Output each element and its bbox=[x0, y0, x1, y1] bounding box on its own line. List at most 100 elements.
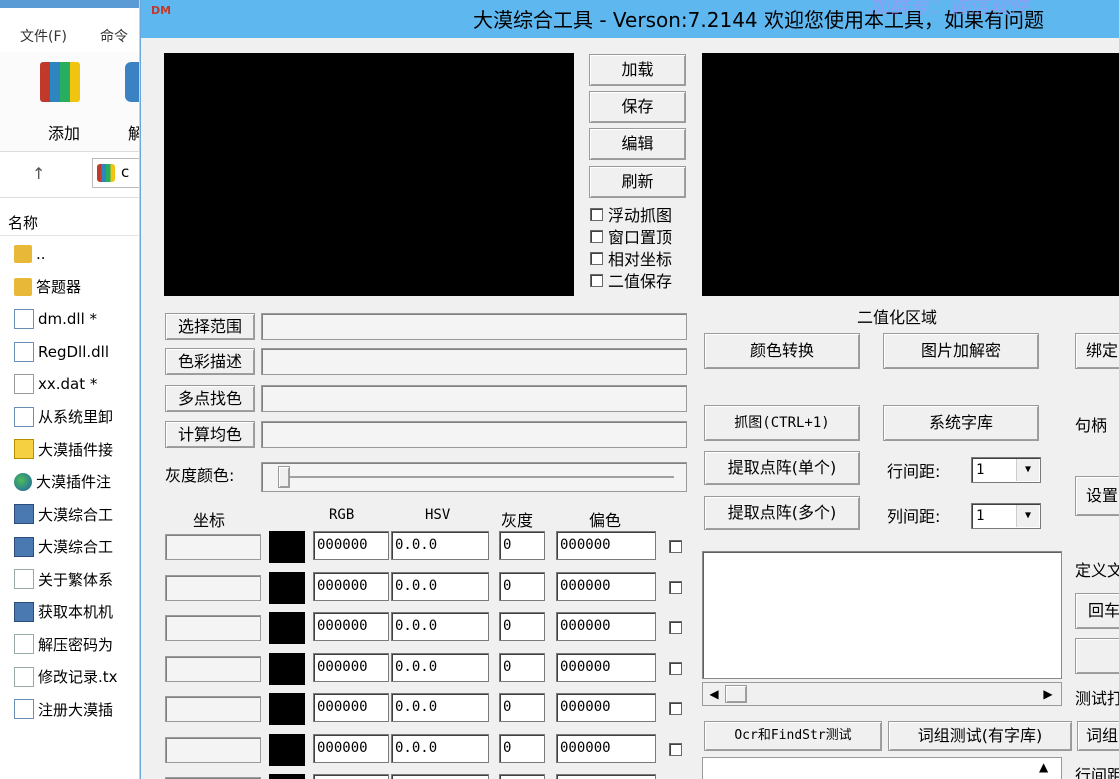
binary-preview[interactable] bbox=[702, 53, 1119, 296]
menu-file[interactable]: 文件(F) bbox=[20, 26, 67, 46]
file-list-item[interactable]: 注册大漠插 bbox=[14, 695, 139, 723]
extract-icon[interactable] bbox=[125, 62, 139, 102]
row-select-checkbox[interactable] bbox=[669, 621, 682, 634]
relative-coord-checkbox[interactable] bbox=[590, 252, 603, 265]
hsv-field[interactable]: 0.0.0 bbox=[391, 531, 489, 560]
rgb-field[interactable]: 000000 bbox=[313, 531, 389, 560]
hsv-field[interactable]: 0.0.0 bbox=[391, 612, 489, 641]
offset-color-field[interactable]: 000000 bbox=[556, 693, 656, 722]
file-list-item[interactable]: 大漠综合工 bbox=[14, 533, 139, 561]
multi-point-field[interactable] bbox=[261, 385, 687, 412]
offset-color-field[interactable]: 000000 bbox=[556, 652, 656, 682]
coord-field[interactable] bbox=[165, 615, 261, 641]
file-list-item[interactable]: 大漠插件注 bbox=[14, 468, 139, 496]
menu-command[interactable]: 命令 bbox=[100, 26, 128, 46]
file-list-item[interactable]: RegDll.dll bbox=[14, 338, 139, 366]
offset-color-field[interactable]: 000000 bbox=[556, 733, 656, 763]
hsv-field[interactable]: 0.0.0 bbox=[391, 652, 489, 682]
address-field[interactable]: c bbox=[92, 158, 139, 188]
scroll-left-icon[interactable]: ◀ bbox=[705, 685, 723, 703]
coord-field[interactable] bbox=[165, 696, 261, 722]
file-list-item[interactable]: 大漠综合工 bbox=[14, 500, 139, 528]
window-topmost-checkbox[interactable] bbox=[590, 230, 603, 243]
add-archive-icon[interactable] bbox=[40, 62, 80, 102]
system-font-button[interactable]: 系统字库 bbox=[883, 405, 1039, 441]
file-list-item[interactable]: .. bbox=[14, 240, 139, 268]
scroll-up-icon[interactable]: ▲ bbox=[1039, 760, 1048, 774]
scrollbar-thumb[interactable] bbox=[725, 685, 747, 703]
coord-field[interactable] bbox=[165, 736, 261, 763]
hsv-field[interactable]: 0.0.0 bbox=[391, 693, 489, 722]
col-spacing-select[interactable]: 1 ▼ bbox=[971, 503, 1041, 529]
file-list-item[interactable]: 修改记录.tx bbox=[14, 663, 139, 691]
gray-field[interactable]: 0 bbox=[499, 733, 545, 763]
file-list-item[interactable]: 大漠插件接 bbox=[14, 435, 139, 463]
edit-button[interactable]: 编辑 bbox=[589, 128, 686, 160]
hsv-field[interactable]: 0.0.0 bbox=[391, 571, 489, 601]
refresh-button[interactable]: 刷新 bbox=[589, 166, 686, 198]
rgb-field[interactable]: 000000 bbox=[313, 774, 389, 779]
rgb-field[interactable]: 000000 bbox=[313, 612, 389, 641]
horizontal-scrollbar[interactable]: ◀ ▶ bbox=[702, 682, 1062, 706]
chevron-down-icon[interactable]: ▼ bbox=[1016, 505, 1039, 527]
gray-field[interactable]: 0 bbox=[499, 652, 545, 682]
file-list-item[interactable]: 答题器 bbox=[14, 273, 139, 301]
multi-point-find-color-button[interactable]: 多点找色 bbox=[165, 385, 255, 412]
offset-color-field[interactable]: 000000 bbox=[556, 571, 656, 601]
column-header[interactable]: 名称 bbox=[0, 206, 139, 236]
bottom-textarea[interactable]: ▲ bbox=[702, 757, 1062, 779]
file-list-item[interactable]: 获取本机机 bbox=[14, 598, 139, 626]
up-arrow-icon[interactable]: ↑ bbox=[32, 164, 45, 183]
offset-color-field[interactable]: 000000 bbox=[556, 774, 656, 779]
select-range-button[interactable]: 选择范围 bbox=[165, 313, 255, 340]
gray-field[interactable]: 0 bbox=[499, 693, 545, 722]
gray-field[interactable]: 0 bbox=[499, 531, 545, 560]
coord-field[interactable] bbox=[165, 655, 261, 682]
hsv-field[interactable]: 0.0.0 bbox=[391, 774, 489, 779]
file-list-item[interactable]: dm.dll * bbox=[14, 305, 139, 333]
title-bar[interactable]: DM 大漠综合工具 - Verson:7.2144 欢迎您使用本工具，如果有问题… bbox=[141, 0, 1119, 38]
gray-slider[interactable] bbox=[261, 462, 687, 492]
color-describe-button[interactable]: 色彩描述 bbox=[165, 348, 255, 375]
select-range-field[interactable] bbox=[261, 313, 687, 340]
row-select-checkbox[interactable] bbox=[669, 540, 682, 553]
row-select-checkbox[interactable] bbox=[669, 742, 682, 756]
chevron-down-icon[interactable]: ▼ bbox=[1016, 459, 1039, 481]
rgb-field[interactable]: 000000 bbox=[313, 571, 389, 601]
result-textarea[interactable] bbox=[702, 551, 1062, 679]
load-button[interactable]: 加载 bbox=[589, 54, 686, 86]
color-describe-field[interactable] bbox=[261, 348, 687, 375]
add-label[interactable]: 添加 bbox=[48, 120, 80, 144]
binary-save-checkbox[interactable] bbox=[590, 274, 603, 287]
line-spacing-select[interactable]: 1 ▼ bbox=[971, 457, 1041, 483]
color-convert-button[interactable]: 颜色转换 bbox=[704, 333, 860, 369]
name-column-header[interactable]: 名称 bbox=[8, 212, 38, 233]
gray-field[interactable]: 0 bbox=[499, 612, 545, 641]
enter-button[interactable]: 回车 bbox=[1075, 593, 1119, 629]
extract-multi-button[interactable]: 提取点阵(多个) bbox=[704, 496, 860, 530]
rgb-field[interactable]: 000000 bbox=[313, 693, 389, 722]
extract-single-button[interactable]: 提取点阵(单个) bbox=[704, 451, 860, 485]
slider-thumb[interactable] bbox=[278, 466, 290, 488]
coord-field[interactable] bbox=[165, 534, 261, 560]
unlabeled-button[interactable] bbox=[1075, 638, 1119, 674]
coord-field[interactable] bbox=[165, 574, 261, 601]
settings-button[interactable]: 设置 bbox=[1075, 476, 1119, 516]
tab-word[interactable]: 词组 bbox=[1077, 721, 1119, 751]
row-select-checkbox[interactable] bbox=[669, 702, 682, 715]
row-select-checkbox[interactable] bbox=[669, 661, 682, 675]
image-encrypt-button[interactable]: 图片加解密 bbox=[883, 333, 1039, 369]
offset-color-field[interactable]: 000000 bbox=[556, 612, 656, 641]
row-select-checkbox[interactable] bbox=[669, 580, 682, 594]
scroll-right-icon[interactable]: ▶ bbox=[1039, 685, 1057, 703]
extract-label[interactable]: 解 bbox=[128, 120, 139, 144]
rgb-field[interactable]: 000000 bbox=[313, 733, 389, 763]
average-color-button[interactable]: 计算均色 bbox=[165, 421, 255, 448]
file-list-item[interactable]: 关于繁体系 bbox=[14, 565, 139, 593]
gray-field[interactable]: 0 bbox=[499, 774, 545, 779]
hsv-field[interactable]: 0.0.0 bbox=[391, 733, 489, 763]
average-color-field[interactable] bbox=[261, 421, 687, 448]
tab-ocr-findstr[interactable]: Ocr和FindStr测试 bbox=[704, 721, 882, 751]
offset-color-field[interactable]: 000000 bbox=[556, 531, 656, 560]
float-capture-checkbox[interactable] bbox=[590, 208, 603, 221]
